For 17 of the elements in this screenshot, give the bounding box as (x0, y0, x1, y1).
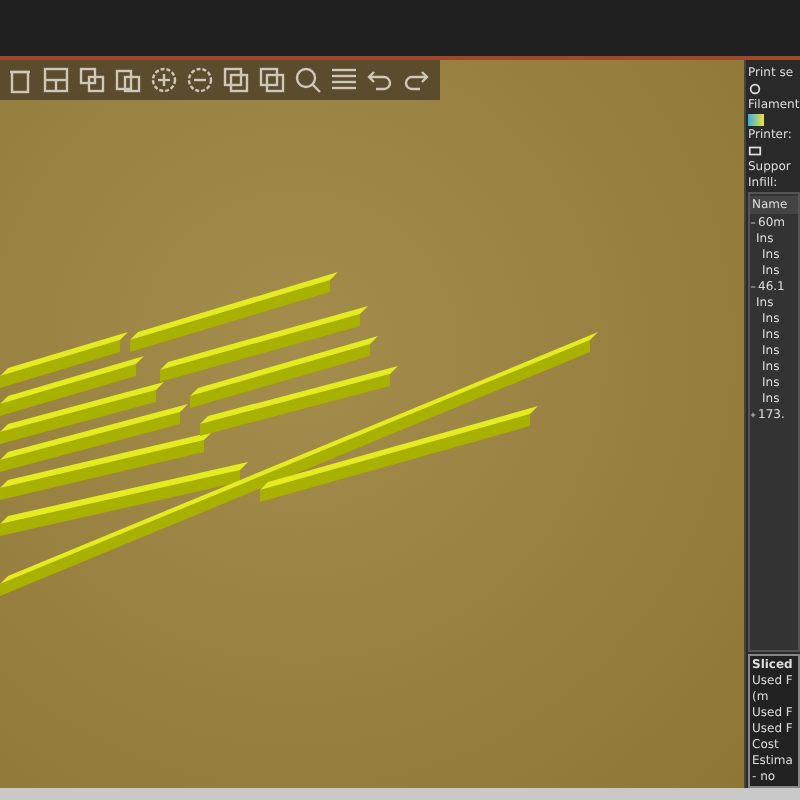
add-icon[interactable] (150, 66, 178, 94)
placement-icon[interactable] (258, 66, 286, 94)
printer-icon[interactable] (748, 144, 762, 158)
collapse-icon[interactable] (750, 284, 756, 290)
filament-swatch-icon[interactable] (748, 114, 764, 126)
instances-icon[interactable] (222, 66, 250, 94)
paste-icon[interactable] (114, 66, 142, 94)
collapse-icon[interactable] (750, 220, 756, 226)
remove-icon[interactable] (186, 66, 214, 94)
expand-icon[interactable] (750, 412, 756, 418)
layers-icon[interactable] (330, 66, 358, 94)
trash-icon[interactable] (6, 66, 34, 94)
redo-icon[interactable] (402, 66, 430, 94)
search-icon[interactable] (294, 66, 322, 94)
copy-icon[interactable] (78, 66, 106, 94)
layout-icon[interactable] (42, 66, 70, 94)
undo-icon[interactable] (366, 66, 394, 94)
